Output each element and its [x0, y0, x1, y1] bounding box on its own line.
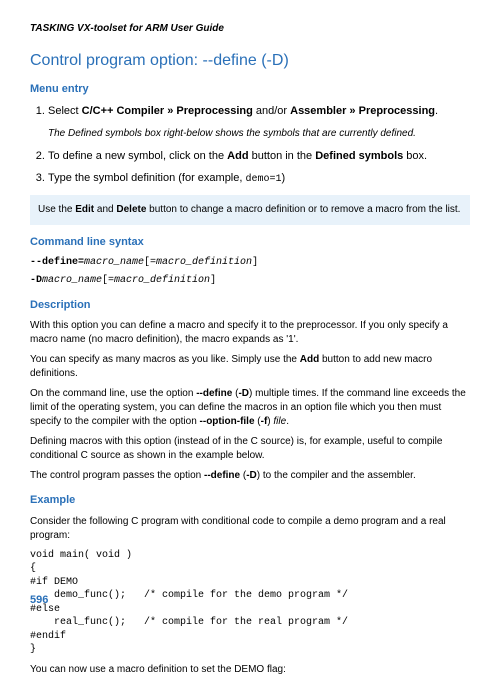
step-3-text: Type the symbol definition (for example, [48, 172, 245, 184]
step-3: Type the symbol definition (for example,… [48, 171, 470, 187]
syntax-2-br1: [= [102, 275, 114, 286]
step-1-note: The Defined symbols box right-below show… [30, 127, 470, 141]
step-2-text2: button in the [249, 150, 316, 162]
example-intro: Consider the following C program with co… [30, 515, 470, 543]
syntax-1-def: macro_definition [156, 257, 252, 268]
infobox-d: Delete [116, 204, 146, 215]
desc-p3k: . [286, 416, 289, 427]
desc-p5: The control program passes the option --… [30, 469, 470, 483]
desc-p3d: -D [238, 388, 249, 399]
section-menu-entry: Menu entry [30, 82, 470, 97]
syntax-1-br1: [= [144, 257, 156, 268]
syntax-line-1: --define=macro_name[=macro_definition] [30, 256, 470, 270]
infobox-e: button to change a macro definition or t… [146, 204, 460, 215]
steps-list-cont: To define a new symbol, click on the Add… [30, 149, 470, 186]
desc-p4: Defining macros with this option (instea… [30, 435, 470, 463]
info-box: Use the Edit and Delete button to change… [30, 195, 470, 225]
step-3-code: demo=1 [245, 174, 281, 185]
syntax-2-name: macro_name [42, 275, 102, 286]
syntax-1-kw: --define= [30, 257, 84, 268]
desc-p3f: --option-file [200, 416, 255, 427]
step-1-bold-2: Assembler » Preprocessing [290, 105, 435, 117]
step-2-bold-2: Defined symbols [315, 150, 403, 162]
desc-p3j: file [273, 416, 286, 427]
section-description: Description [30, 298, 470, 313]
desc-p3a: On the command line, use the option [30, 388, 196, 399]
step-1-text3: . [435, 105, 438, 117]
step-1-text: Select [48, 105, 82, 117]
syntax-2-br2: ] [210, 275, 216, 286]
infobox-b: Edit [75, 204, 94, 215]
page-title: Control program option: --define (-D) [30, 50, 470, 72]
step-2-bold-1: Add [227, 150, 248, 162]
page-number: 596 [30, 593, 48, 608]
desc-p5d: -D [246, 470, 257, 481]
syntax-line-2: -Dmacro_name[=macro_definition] [30, 274, 470, 288]
step-2: To define a new symbol, click on the Add… [48, 149, 470, 164]
syntax-1-br2: ] [252, 257, 258, 268]
infobox-a: Use the [38, 204, 75, 215]
desc-p3: On the command line, use the option --de… [30, 387, 470, 429]
syntax-2-def: macro_definition [114, 275, 210, 286]
section-example: Example [30, 493, 470, 508]
syntax-1-name: macro_name [84, 257, 144, 268]
doc-header: TASKING VX-toolset for ARM User Guide [30, 22, 470, 36]
desc-p2a: You can specify as many macros as you li… [30, 354, 300, 365]
step-1: Select C/C++ Compiler » Preprocessing an… [48, 104, 470, 119]
step-2-text3: box. [403, 150, 427, 162]
example-code: void main( void ) { #if DEMO demo_func()… [30, 549, 470, 657]
step-2-text: To define a new symbol, click on the [48, 150, 227, 162]
desc-p3b: --define [196, 388, 232, 399]
step-3-text2: ) [282, 172, 286, 184]
desc-p2b: Add [300, 354, 319, 365]
syntax-2-kw: -D [30, 275, 42, 286]
desc-p1: With this option you can define a macro … [30, 319, 470, 347]
desc-p2: You can specify as many macros as you li… [30, 353, 470, 381]
section-cmd-syntax: Command line syntax [30, 235, 470, 250]
infobox-c: and [94, 204, 116, 215]
desc-p5a: The control program passes the option [30, 470, 204, 481]
step-1-text2: and/or [253, 105, 290, 117]
steps-list: Select C/C++ Compiler » Preprocessing an… [30, 104, 470, 119]
example-outro: You can now use a macro definition to se… [30, 663, 470, 677]
step-1-bold-1: C/C++ Compiler » Preprocessing [82, 105, 253, 117]
desc-p5b: --define [204, 470, 240, 481]
desc-p5e: ) to the compiler and the assembler. [257, 470, 416, 481]
